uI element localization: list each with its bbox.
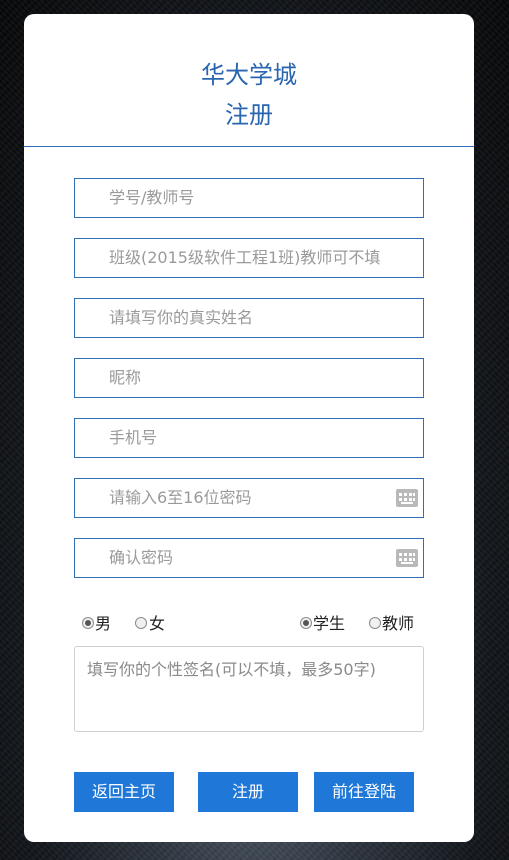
- phone-field[interactable]: 手机号: [74, 418, 424, 458]
- class-placeholder: 班级(2015级软件工程1班)教师可不填: [109, 248, 381, 267]
- gender-female-radio[interactable]: [135, 617, 147, 629]
- signature-textarea[interactable]: 填写你的个性签名(可以不填，最多50字): [74, 646, 424, 732]
- role-teacher-radio[interactable]: [369, 617, 381, 629]
- gender-group: 男 女: [82, 614, 172, 634]
- register-button[interactable]: 注册: [198, 772, 298, 812]
- signature-placeholder: 填写你的个性签名(可以不填，最多50字): [87, 660, 376, 679]
- page-title: 注册: [225, 101, 273, 129]
- home-button[interactable]: 返回主页: [74, 772, 174, 812]
- real-name-placeholder: 请填写你的真实姓名: [109, 308, 254, 327]
- site-title: 华大学城: [201, 61, 297, 89]
- gender-male-radio[interactable]: [82, 617, 94, 629]
- class-field[interactable]: 班级(2015级软件工程1班)教师可不填: [74, 238, 424, 278]
- password-field[interactable]: 请输入6至16位密码: [74, 478, 424, 518]
- login-button[interactable]: 前往登陆: [314, 772, 414, 812]
- register-card: 华大学城 注册 学号/教师号 班级(2015级软件工程1班)教师可不填 请填写你…: [24, 14, 474, 842]
- gender-male-label[interactable]: 男: [95, 614, 111, 634]
- nickname-placeholder: 昵称: [109, 368, 142, 387]
- password-placeholder: 请输入6至16位密码: [109, 488, 252, 507]
- role-teacher-label[interactable]: 教师: [382, 614, 414, 634]
- card-header: 华大学城 注册: [24, 14, 474, 147]
- student-id-field[interactable]: 学号/教师号: [74, 178, 424, 218]
- real-name-field[interactable]: 请填写你的真实姓名: [74, 298, 424, 338]
- role-group: 学生 教师: [300, 614, 420, 634]
- keyboard-icon[interactable]: [396, 549, 418, 567]
- student-id-placeholder: 学号/教师号: [109, 188, 195, 207]
- confirm-password-placeholder: 确认密码: [109, 548, 174, 567]
- keyboard-icon[interactable]: [396, 489, 418, 507]
- role-student-label[interactable]: 学生: [313, 614, 345, 634]
- confirm-password-field[interactable]: 确认密码: [74, 538, 424, 578]
- role-student-radio[interactable]: [300, 617, 312, 629]
- nickname-field[interactable]: 昵称: [74, 358, 424, 398]
- gender-female-label[interactable]: 女: [149, 614, 165, 634]
- phone-placeholder: 手机号: [109, 428, 158, 447]
